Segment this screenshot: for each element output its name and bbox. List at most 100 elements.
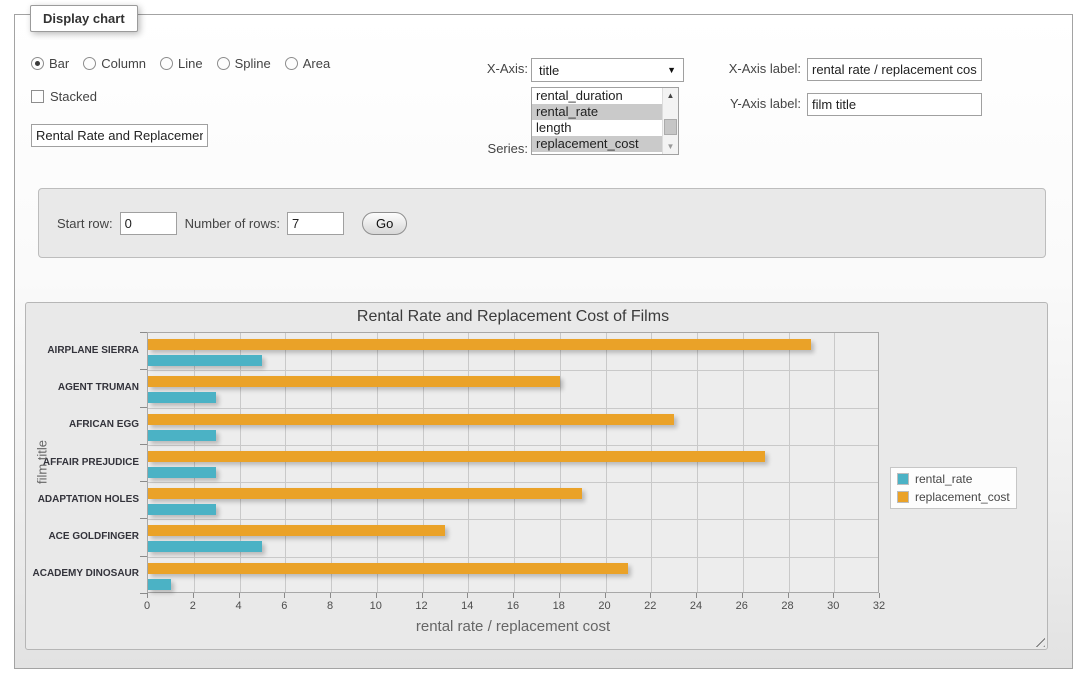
grid-line-vertical [697,333,698,592]
x-axis-label-label: X-Axis label: [715,61,801,76]
x-tick-label: 8 [315,600,345,612]
series-options: rental_durationrental_ratelengthreplacem… [532,88,662,154]
grid-line-vertical [834,333,835,592]
grid-line-vertical [194,333,195,592]
radio-icon[interactable] [31,57,44,70]
grid-line-vertical [377,333,378,592]
x-tick-label: 10 [361,600,391,612]
category-label: AGENT TRUMAN [26,382,139,393]
chart-type-option-bar[interactable]: Bar [31,56,69,71]
x-axis-tick [650,593,651,598]
chart-type-option-spline[interactable]: Spline [217,56,271,71]
stacked-checkbox[interactable] [31,90,44,103]
y-axis-tick [140,518,147,519]
x-tick-label: 18 [544,600,574,612]
x-tick-label: 26 [727,600,757,612]
caret-down-icon: ▼ [667,65,676,75]
bar-replacement_cost [148,414,674,425]
x-axis-tick [696,593,697,598]
x-axis-tick [879,593,880,598]
x-tick-label: 24 [681,600,711,612]
x-tick-label: 20 [590,600,620,612]
x-axis-tick [147,593,148,598]
scroll-down-icon[interactable]: ▼ [663,139,678,154]
scrollbar-track[interactable] [663,103,678,139]
x-axis-title: rental rate / replacement cost [147,618,879,635]
y-axis-tick [140,481,147,482]
x-tick-label: 30 [818,600,848,612]
radio-icon[interactable] [160,57,173,70]
bar-rental_rate [148,579,171,590]
legend-label: replacement_cost [915,490,1010,504]
grid-line-horizontal [148,519,878,520]
chart-title: Rental Rate and Replacement Cost of Film… [147,308,879,326]
y-axis-tick [140,332,147,333]
display-chart-fieldset: Display chart BarColumnLineSplineArea St… [14,14,1073,669]
radio-icon[interactable] [285,57,298,70]
legend-swatch-icon [897,473,909,485]
y-axis-label-input[interactable] [807,93,982,116]
grid-line-vertical [560,333,561,592]
legend-swatch-icon [897,491,909,503]
bar-replacement_cost [148,525,445,536]
y-axis-tick [140,407,147,408]
x-tick-label: 22 [635,600,665,612]
y-axis-tick [140,444,147,445]
y-axis-label-label: Y-Axis label: [715,96,801,111]
bar-replacement_cost [148,488,582,499]
grid-line-horizontal [148,557,878,558]
x-tick-label: 14 [452,600,482,612]
category-label: ACADEMY DINOSAUR [26,568,139,579]
x-axis-select-label: X-Axis: [435,61,528,76]
x-axis-tick [330,593,331,598]
x-axis-label-input[interactable] [807,58,982,81]
grid-line-vertical [651,333,652,592]
chart-type-label: Area [303,56,330,71]
scrollbar-thumb[interactable] [664,119,677,135]
scroll-up-icon[interactable]: ▲ [663,88,678,103]
go-button[interactable]: Go [362,212,407,235]
series-option-rental_duration[interactable]: rental_duration [532,88,662,104]
series-multiselect[interactable]: rental_durationrental_ratelengthreplacem… [531,87,679,155]
bar-rental_rate [148,541,262,552]
x-axis-tick [376,593,377,598]
chart-type-radio-group: Bar Column Line Spline Area [31,56,330,71]
series-option-rental_rate[interactable]: rental_rate [532,104,662,120]
chart-legend: rental_ratereplacement_cost [890,467,1017,509]
radio-icon[interactable] [217,57,230,70]
bar-replacement_cost [148,339,811,350]
legend-item-replacement_cost: replacement_cost [897,490,1010,504]
y-axis-title: film title [35,440,50,484]
x-tick-label: 4 [224,600,254,612]
chart-type-option-area[interactable]: Area [285,56,330,71]
grid-line-vertical [606,333,607,592]
resize-handle-icon[interactable] [1032,634,1045,647]
series-option-replacement_cost[interactable]: replacement_cost [532,136,662,152]
num-rows-label: Number of rows: [185,216,280,231]
grid-line-horizontal [148,370,878,371]
chart-title-input[interactable] [31,124,208,147]
radio-icon[interactable] [83,57,96,70]
y-axis-tick [140,369,147,370]
category-label: AIRPLANE SIERRA [26,345,139,356]
x-axis-tick [239,593,240,598]
y-axis-tick [140,556,147,557]
grid-line-horizontal [148,445,878,446]
x-axis-select[interactable]: title ▼ [531,58,684,82]
chart-type-label: Line [178,56,203,71]
chart-type-option-column[interactable]: Column [83,56,146,71]
grid-line-vertical [423,333,424,592]
bar-rental_rate [148,430,216,441]
x-tick-label: 0 [132,600,162,612]
series-scrollbar[interactable]: ▲ ▼ [662,88,678,154]
series-option-length[interactable]: length [532,120,662,136]
start-row-input[interactable] [120,212,177,235]
chart-type-option-line[interactable]: Line [160,56,203,71]
grid-line-vertical [789,333,790,592]
num-rows-input[interactable] [287,212,344,235]
grid-line-vertical [743,333,744,592]
chart-type-label: Bar [49,56,69,71]
x-axis-tick [193,593,194,598]
stacked-row: Stacked [31,89,97,104]
x-tick-label: 2 [178,600,208,612]
